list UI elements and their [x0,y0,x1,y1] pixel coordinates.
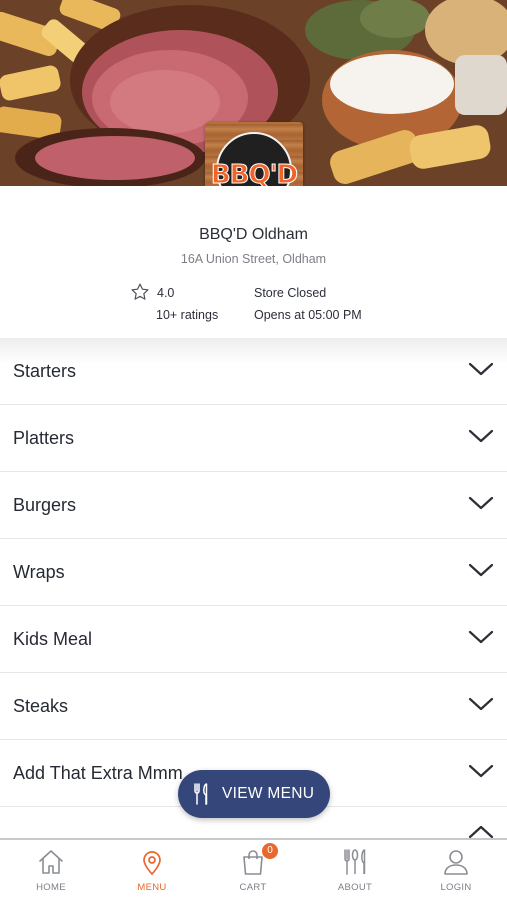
category-label: Add That Extra Mmm [13,762,183,783]
home-icon [39,850,63,874]
divider-shadow [0,338,507,364]
star-icon [131,283,149,300]
nav-label: ABOUT [337,882,373,893]
category-burgers[interactable]: Burgers [0,472,507,539]
store-status: Store Closed [254,286,327,300]
view-menu-label: VIEW MENU [222,785,315,802]
chevron-down-icon[interactable] [468,494,494,512]
store-info: BBQ'D Oldham 16A Union Street, Oldham 4.… [0,186,507,338]
chevron-down-icon[interactable] [468,762,494,780]
nav-menu[interactable]: MENU [112,840,192,900]
store-name: BBQ'D Oldham [199,226,308,243]
nav-label: LOGIN [440,882,472,893]
category-platters[interactable]: Platters [0,405,507,472]
store-address: 16A Union Street, Oldham [180,252,327,266]
chevron-down-icon[interactable] [468,561,494,579]
category-label: Platters [13,427,75,448]
chevron-down-icon[interactable] [468,427,494,445]
category-label: Steaks [13,695,69,716]
nav-login[interactable]: LOGIN [416,840,496,900]
category-kids-meal[interactable]: Kids Meal [0,606,507,673]
category-label: Wraps [13,561,65,582]
nav-label: CART [239,882,267,893]
nav-cart[interactable]: 0 CART [213,840,293,900]
opening-time: Opens at 05:00 PM [254,308,362,322]
bottom-navigation: HOME MENU 0 CART ABOUT LOGIN [0,838,507,900]
user-icon [444,850,468,875]
nav-home[interactable]: HOME [11,840,91,900]
nav-about[interactable]: ABOUT [315,840,395,900]
cutlery-icon [344,849,366,875]
nav-label: MENU [137,882,167,893]
cart-count-badge: 0 [262,843,278,859]
category-label: Kids Meal [13,628,93,649]
category-wraps[interactable]: Wraps [0,539,507,606]
view-menu-button[interactable]: VIEW MENU [178,770,330,818]
nav-label: HOME [36,882,66,893]
category-steaks[interactable]: Steaks [0,673,507,740]
category-label: Burgers [13,494,77,515]
location-pin-icon [143,851,161,876]
chevron-down-icon[interactable] [468,628,494,646]
rating-value: 4.0 [157,286,175,300]
cutlery-icon [194,783,208,805]
rating-count: 10+ ratings [156,308,219,322]
chevron-down-icon[interactable] [468,695,494,713]
